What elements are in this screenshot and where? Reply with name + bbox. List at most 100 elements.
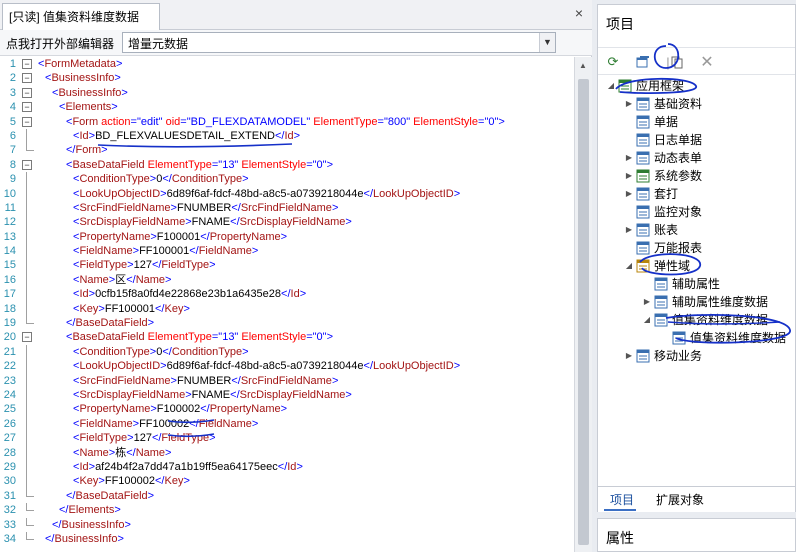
expand-arrow-icon[interactable]: ▶ xyxy=(624,221,634,239)
fold-toggle-icon[interactable]: − xyxy=(22,102,32,113)
xml-token: SrcFindFieldName xyxy=(240,201,332,214)
xml-token: LookUpObjectID xyxy=(373,187,454,200)
tab-project[interactable]: 项目 xyxy=(610,491,634,508)
xml-code-text: </BaseDataField> xyxy=(66,489,154,503)
scroll-up-icon[interactable]: ▲ xyxy=(579,61,587,70)
xml-token: FieldType xyxy=(161,432,210,445)
fold-guide xyxy=(26,459,27,475)
fold-toggle-icon[interactable]: − xyxy=(22,332,32,343)
xml-token: SrcDisplayFieldName xyxy=(239,216,346,229)
xml-token: FieldName xyxy=(79,245,133,258)
code-line: 27 <FieldType>127</FieldType> xyxy=(0,431,574,446)
fold-toggle-icon[interactable]: − xyxy=(22,59,32,69)
tab-extension-objects[interactable]: 扩展对象 xyxy=(656,491,704,508)
xml-token: </ xyxy=(231,201,241,214)
xml-token: ConditionType xyxy=(171,173,243,186)
xml-token: Key xyxy=(164,302,184,315)
chevron-down-icon[interactable]: ▼ xyxy=(539,33,555,52)
expand-arrow-icon[interactable]: ▶ xyxy=(624,167,634,185)
expand-arrow-icon[interactable]: ▶ xyxy=(624,185,634,203)
xml-token: </ xyxy=(277,460,288,473)
xml-token: SrcDisplayFieldName xyxy=(79,388,186,401)
fold-toggle-icon[interactable]: − xyxy=(22,87,32,98)
print-template-icon xyxy=(636,187,650,201)
document-tab[interactable]: [只读] 值集资料维度数据 xyxy=(2,3,160,30)
xml-token: > xyxy=(345,388,352,401)
line-number: 7 xyxy=(9,144,16,157)
copy-icon[interactable] xyxy=(668,53,686,71)
collapse-arrow-icon[interactable]: ◢ xyxy=(642,311,652,329)
xml-token: > xyxy=(331,201,339,214)
close-icon[interactable]: × xyxy=(572,6,586,20)
xml-token: FF100001 xyxy=(104,302,155,315)
xml-code-text: <Key>FF100002</Key> xyxy=(73,474,190,488)
panel-tabs: 项目 扩展对象 xyxy=(598,486,795,512)
xml-token: "13" xyxy=(218,331,239,344)
xml-code-area[interactable]: 1− <FormMetadata> 2− <BusinessInfo> 3− <Busin… xyxy=(0,57,574,552)
scrollbar-thumb[interactable] xyxy=(578,79,589,545)
code-line: 25 <PropertyName>F100002</PropertyName> xyxy=(0,402,574,417)
xml-code-text: <ConditionType>0</ConditionType> xyxy=(73,172,249,186)
xml-code-text: <BusinessInfo> xyxy=(52,86,128,100)
xml-token: FieldName xyxy=(79,417,133,430)
collapse-arrow-icon[interactable]: ◢ xyxy=(624,257,634,275)
xml-token: FormMetadata xyxy=(44,58,116,70)
tree-item-label: 基础资料 xyxy=(654,97,703,111)
code-line: 3− <BusinessInfo> xyxy=(0,86,574,100)
xml-token: > xyxy=(114,72,121,85)
valueset-dimension-icon xyxy=(654,313,668,327)
collapse-arrow-icon[interactable]: ◢ xyxy=(606,77,616,95)
xml-token: "BD_FLEXDATAMODEL" xyxy=(186,115,311,128)
line-number: 22 xyxy=(3,360,16,373)
fold-guide xyxy=(26,402,27,417)
tree-item-label: 辅助属性维度数据 xyxy=(672,295,769,309)
line-number: 17 xyxy=(3,288,16,301)
line-number: 34 xyxy=(3,532,16,545)
code-line: 10 <LookUpObjectID>6d89f6af-fdcf-48bd-a8c… xyxy=(0,186,574,201)
editor-vertical-scrollbar[interactable]: ▲ xyxy=(574,57,592,552)
xml-token: ConditionType xyxy=(79,345,150,358)
expand-arrow-icon[interactable]: ▶ xyxy=(624,95,634,113)
monitor-object-icon xyxy=(636,205,650,219)
xml-token: FF100002 xyxy=(139,417,190,430)
xml-token: BaseDataField xyxy=(75,317,148,330)
fold-toggle-icon[interactable]: − xyxy=(22,159,32,170)
xml-token: Name xyxy=(135,446,166,459)
xml-token: ConditionType xyxy=(79,173,150,186)
line-number: 12 xyxy=(3,216,16,229)
aux-property-icon xyxy=(654,277,668,291)
xml-token: > xyxy=(242,345,249,358)
fold-guide xyxy=(26,517,27,525)
xml-token: </ xyxy=(151,432,162,445)
xml-token: action xyxy=(101,115,131,128)
open-external-editor-link[interactable]: 点我打开外部编辑器 xyxy=(6,35,114,52)
xml-token: ElementType xyxy=(147,331,212,344)
xml-token: > xyxy=(115,58,123,70)
xml-token: > xyxy=(101,144,108,157)
line-number: 13 xyxy=(3,230,16,243)
xml-token: </ xyxy=(200,230,210,243)
fold-toggle-icon[interactable]: − xyxy=(22,73,32,84)
delete-icon[interactable]: ✕ xyxy=(698,53,716,71)
expand-arrow-icon[interactable]: ▶ xyxy=(642,293,652,311)
expand-arrow-icon[interactable]: ▶ xyxy=(624,347,634,365)
app-framework-icon xyxy=(618,79,632,93)
xml-token: ConditionType xyxy=(171,345,243,358)
code-line: 14 <FieldName>FF100001</FieldName> xyxy=(0,244,574,259)
expand-arrow-icon[interactable]: ▶ xyxy=(624,149,634,167)
tree-item-label: 套打 xyxy=(654,187,679,201)
fold-guide xyxy=(26,258,27,273)
line-number: 24 xyxy=(3,388,16,401)
metadata-type-select[interactable]: 增量元数据 ▼ xyxy=(122,32,556,53)
xml-code-text: <Id>0cfb15f8a0fd4e22868e23b1a6435e28</Id… xyxy=(73,287,306,301)
xml-token: </ xyxy=(281,288,291,301)
refresh-icon[interactable]: ⟳ xyxy=(604,53,622,71)
xml-token: </ xyxy=(126,446,136,459)
new-window-icon[interactable] xyxy=(634,53,652,71)
fold-toggle-icon[interactable]: − xyxy=(22,116,32,127)
xml-code-text: </BusinessInfo> xyxy=(52,518,131,532)
line-number: 20 xyxy=(3,331,16,344)
code-line: 1− <FormMetadata> xyxy=(0,57,574,71)
xml-code-text: <FieldName>FF100002</FieldName> xyxy=(73,417,258,431)
tree-item-label: 系统参数 xyxy=(654,169,703,183)
